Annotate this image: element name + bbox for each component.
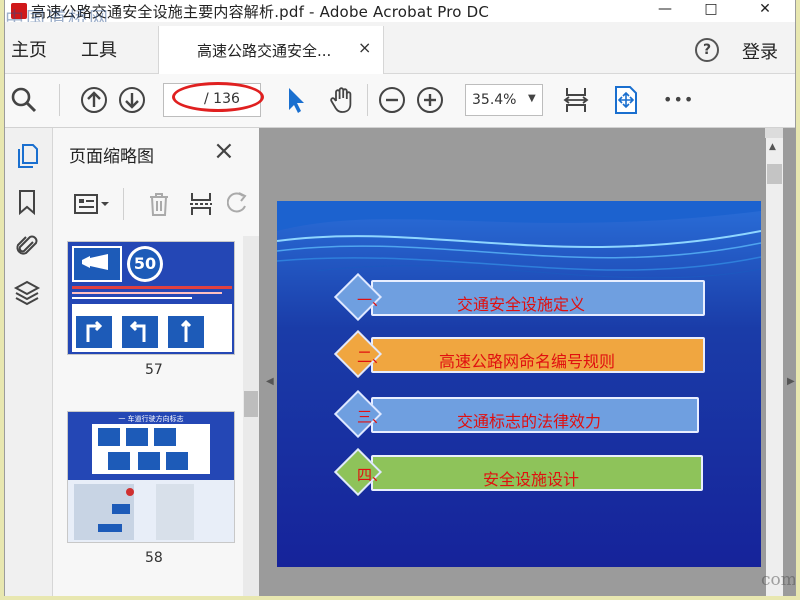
- page-number-box[interactable]: / 136: [163, 83, 261, 117]
- next-page-icon[interactable]: [117, 85, 147, 115]
- acrobat-window: 高速公路交通安全设施主要内容解析.pdf - Adobe Acrobat Pro…: [4, 0, 796, 596]
- fit-page-icon[interactable]: [561, 85, 591, 115]
- thumbnail-58-header: 一 车道行驶方向标志: [118, 415, 184, 423]
- rotate-icon[interactable]: [227, 190, 249, 218]
- thumbnail-options-icon[interactable]: [73, 192, 113, 216]
- slide-item-label: 交通安全设施定义: [457, 295, 586, 314]
- speed-limit-text: 50: [133, 254, 157, 273]
- slide-item-label: 交通标志的法律效力: [457, 412, 602, 431]
- trash-icon[interactable]: [145, 190, 173, 218]
- zoom-select[interactable]: 35.4% ▼: [465, 84, 543, 116]
- layers-icon[interactable]: [13, 278, 41, 306]
- slide-item-number: 一、: [357, 291, 388, 309]
- page-number-input[interactable]: [168, 88, 198, 112]
- minimize-button[interactable]: —: [645, 0, 685, 22]
- document-scrollbar[interactable]: ▲: [766, 128, 783, 596]
- thumbnail-page-57[interactable]: 50: [67, 241, 235, 355]
- prev-page-icon[interactable]: [79, 85, 109, 115]
- chevron-down-icon: ▼: [528, 93, 536, 104]
- toolbar-separator: [367, 84, 368, 116]
- document-tab[interactable]: 高速公路交通安全... ×: [158, 26, 384, 74]
- toolbar-separator: [59, 84, 60, 116]
- page-thumbnails-icon[interactable]: [13, 142, 41, 170]
- title-bar: 高速公路交通安全设施主要内容解析.pdf - Adobe Acrobat Pro…: [5, 0, 795, 30]
- thumbnail-panel: 页面缩略图 × 50 57 一 车道行驶方向标志 58: [53, 128, 269, 596]
- slide-item-number: 三、: [357, 408, 388, 426]
- slide-item-number: 四、: [357, 466, 388, 484]
- full-screen-icon[interactable]: [611, 85, 641, 115]
- document-tab-label: 高速公路交通安全...: [197, 42, 332, 60]
- slide-item-label: 高速公路网命名编号规则: [439, 352, 616, 371]
- more-icon[interactable]: •••: [663, 90, 693, 120]
- select-arrow-icon[interactable]: [281, 85, 311, 115]
- menu-bar: 主页 工具 高速公路交通安全... × ? 登录: [5, 22, 795, 74]
- scroll-up-icon[interactable]: ▲: [769, 142, 776, 152]
- menu-home[interactable]: 主页: [11, 36, 47, 62]
- slide-item-bar: 交通安全设施定义: [371, 280, 705, 316]
- hand-icon[interactable]: [327, 85, 357, 115]
- collapse-left-icon[interactable]: ◀: [266, 376, 274, 387]
- close-panel-icon[interactable]: ×: [213, 136, 235, 166]
- document-scrollbar-thumb[interactable]: [767, 164, 782, 184]
- panel-scrollbar-thumb[interactable]: [244, 391, 258, 417]
- attachment-icon[interactable]: [13, 232, 41, 260]
- search-icon[interactable]: [9, 85, 39, 115]
- slide-item-bar: 安全设施设计: [371, 455, 703, 491]
- document-tab-close-button[interactable]: ×: [358, 38, 371, 57]
- slide-item-bar: 高速公路网命名编号规则: [371, 337, 705, 373]
- maximize-button[interactable]: □: [691, 0, 731, 22]
- thumbnail-58-image: [68, 412, 234, 542]
- left-tool-rail: [5, 128, 53, 596]
- zoom-value: 35.4%: [472, 92, 517, 108]
- expand-right-icon[interactable]: ▶: [787, 376, 795, 387]
- toolbar: / 136 35.4% ▼ •••: [5, 74, 795, 128]
- thumbnail-label-58: 58: [145, 550, 163, 566]
- page-total: / 136: [204, 91, 240, 107]
- panel-toolbar-separator: [123, 188, 124, 220]
- slide-item-label: 安全设施设计: [483, 470, 580, 489]
- thumbnail-label-57: 57: [145, 362, 163, 378]
- slide-item-number: 二、: [357, 348, 388, 366]
- zoom-out-icon[interactable]: [377, 85, 407, 115]
- help-icon[interactable]: ?: [695, 38, 719, 62]
- corner-watermark: com: [761, 570, 796, 590]
- bookmark-icon[interactable]: [13, 188, 41, 216]
- zoom-in-icon[interactable]: [415, 85, 445, 115]
- insert-page-icon[interactable]: [187, 190, 215, 218]
- slide-item-bar: 交通标志的法律效力: [371, 397, 699, 433]
- scrollbar-top-cap: [765, 128, 783, 138]
- panel-title: 页面缩略图: [69, 147, 154, 167]
- menu-tools[interactable]: 工具: [81, 36, 117, 62]
- slide-page: 交通安全设施定义 一、 高速公路网命名编号规则 二、 交通标志的法律效力 三、: [277, 201, 761, 567]
- slide-wave-decoration: [277, 201, 761, 279]
- panel-toolbar: [53, 180, 259, 228]
- panel-scrollbar[interactable]: [243, 236, 259, 596]
- close-window-button[interactable]: ✕: [745, 0, 785, 22]
- thumbnail-page-58[interactable]: 一 车道行驶方向标志: [67, 411, 235, 543]
- document-view[interactable]: 交通安全设施定义 一、 高速公路网命名编号规则 二、 交通标志的法律效力 三、: [259, 128, 795, 596]
- login-button[interactable]: 登录: [742, 38, 778, 64]
